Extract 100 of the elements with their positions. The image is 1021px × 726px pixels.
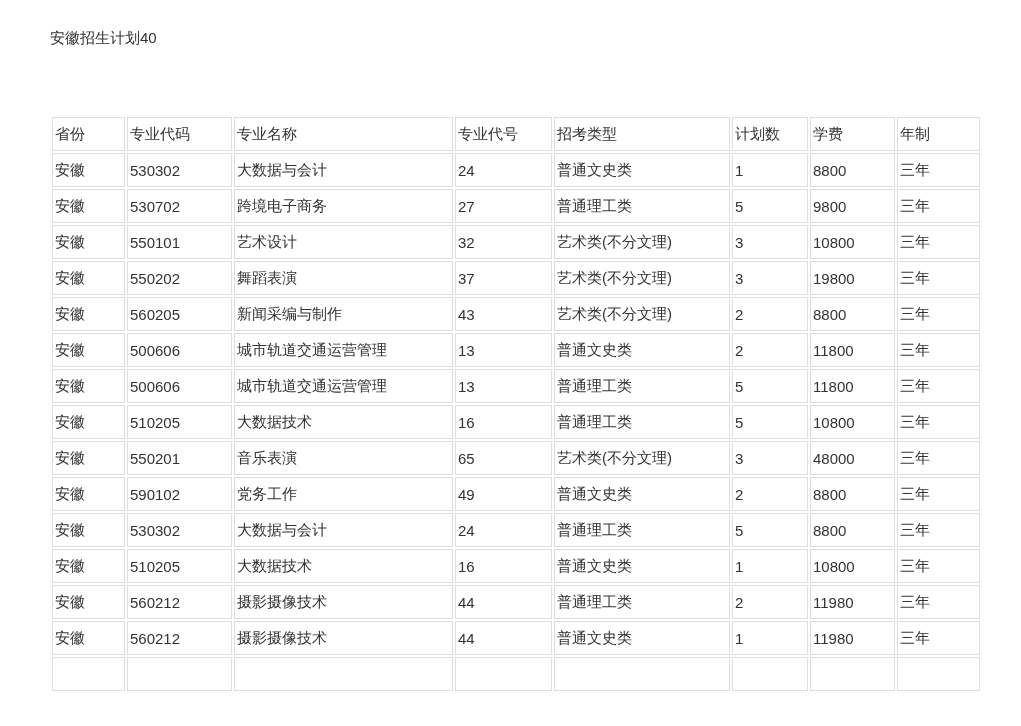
table-cell: 安徽	[52, 189, 125, 223]
table-cell: 2	[732, 333, 808, 367]
table-cell: 三年	[897, 189, 980, 223]
table-cell: 三年	[897, 369, 980, 403]
table-cell: 三年	[897, 513, 980, 547]
table-cell: 10800	[810, 225, 895, 259]
table-cell: 500606	[127, 369, 232, 403]
table-cell: 大数据与会计	[234, 153, 453, 187]
table-cell: 3	[732, 261, 808, 295]
table-cell: 大数据技术	[234, 405, 453, 439]
table-cell: 普通理工类	[554, 513, 730, 547]
table-cell: 普通理工类	[554, 189, 730, 223]
table-cell: 跨境电子商务	[234, 189, 453, 223]
table-cell: 艺术类(不分文理)	[554, 441, 730, 475]
table-cell: 三年	[897, 441, 980, 475]
table-cell: 5	[732, 189, 808, 223]
table-cell: 560212	[127, 585, 232, 619]
table-cell: 2	[732, 585, 808, 619]
header-cell: 专业代码	[127, 117, 232, 151]
table-cell: 13	[455, 369, 552, 403]
table-cell: 510205	[127, 549, 232, 583]
table-cell: 安徽	[52, 225, 125, 259]
table-cell: 普通文史类	[554, 153, 730, 187]
table-cell: 16	[455, 549, 552, 583]
table-cell: 19800	[810, 261, 895, 295]
table-cell: 5	[732, 369, 808, 403]
table-cell: 10800	[810, 405, 895, 439]
header-cell: 年制	[897, 117, 980, 151]
table-cell: 大数据与会计	[234, 513, 453, 547]
table-cell: 普通文史类	[554, 621, 730, 655]
table-cell: 500606	[127, 333, 232, 367]
table-cell: 550101	[127, 225, 232, 259]
header-cell: 招考类型	[554, 117, 730, 151]
header-cell: 专业名称	[234, 117, 453, 151]
table-cell: 11800	[810, 369, 895, 403]
table-cell: 44	[455, 585, 552, 619]
table-cell: 音乐表演	[234, 441, 453, 475]
table-cell: 27	[455, 189, 552, 223]
table-cell: 普通理工类	[554, 585, 730, 619]
table-cell: 24	[455, 153, 552, 187]
table-cell: 安徽	[52, 549, 125, 583]
table-cell: 550202	[127, 261, 232, 295]
table-cell: 8800	[810, 513, 895, 547]
table-cell: 艺术类(不分文理)	[554, 261, 730, 295]
table-cell: 37	[455, 261, 552, 295]
table-cell: 安徽	[52, 333, 125, 367]
table-cell: 摄影摄像技术	[234, 585, 453, 619]
table-cell: 13	[455, 333, 552, 367]
table-cell: 530702	[127, 189, 232, 223]
table-cell: 5	[732, 405, 808, 439]
table-cell: 大数据技术	[234, 549, 453, 583]
table-cell: 安徽	[52, 369, 125, 403]
table-cell: 三年	[897, 261, 980, 295]
table-cell: 3	[732, 441, 808, 475]
table-cell: 三年	[897, 549, 980, 583]
table-cell: 安徽	[52, 153, 125, 187]
table-cell: 32	[455, 225, 552, 259]
table-cell: 1	[732, 549, 808, 583]
table-cell: 城市轨道交通运营管理	[234, 333, 453, 367]
table-cell: 510205	[127, 405, 232, 439]
table-cell: 9800	[810, 189, 895, 223]
header-cell: 省份	[52, 117, 125, 151]
table-cell: 550201	[127, 441, 232, 475]
table-cell: 1	[732, 153, 808, 187]
table-cell: 普通理工类	[554, 405, 730, 439]
table-cell: 11980	[810, 585, 895, 619]
table-cell: 安徽	[52, 405, 125, 439]
table-cell: 530302	[127, 153, 232, 187]
table-cell: 安徽	[52, 441, 125, 475]
table-cell: 安徽	[52, 585, 125, 619]
table-cell: 590102	[127, 477, 232, 511]
table-cell: 城市轨道交通运营管理	[234, 369, 453, 403]
table-cell: 普通文史类	[554, 333, 730, 367]
table-cell: 三年	[897, 585, 980, 619]
table-cell: 3	[732, 225, 808, 259]
table-cell: 24	[455, 513, 552, 547]
table-cell: 摄影摄像技术	[234, 621, 453, 655]
header-cell: 学费	[810, 117, 895, 151]
table-cell: 三年	[897, 621, 980, 655]
table-cell: 安徽	[52, 297, 125, 331]
table-cell: 三年	[897, 333, 980, 367]
header-cell: 计划数	[732, 117, 808, 151]
table-cell: 党务工作	[234, 477, 453, 511]
table-cell: 普通文史类	[554, 549, 730, 583]
table-cell: 11800	[810, 333, 895, 367]
table-cell: 三年	[897, 405, 980, 439]
table-cell: 530302	[127, 513, 232, 547]
header-cell: 专业代号	[455, 117, 552, 151]
table-cell: 新闻采编与制作	[234, 297, 453, 331]
table-cell: 16	[455, 405, 552, 439]
table-cell: 560205	[127, 297, 232, 331]
table-cell: 10800	[810, 549, 895, 583]
table-cell: 艺术类(不分文理)	[554, 297, 730, 331]
table-cell: 安徽	[52, 261, 125, 295]
table-cell: 48000	[810, 441, 895, 475]
table-cell: 2	[732, 477, 808, 511]
table-cell: 普通文史类	[554, 477, 730, 511]
table-cell: 44	[455, 621, 552, 655]
table-cell: 49	[455, 477, 552, 511]
table-cell: 舞蹈表演	[234, 261, 453, 295]
